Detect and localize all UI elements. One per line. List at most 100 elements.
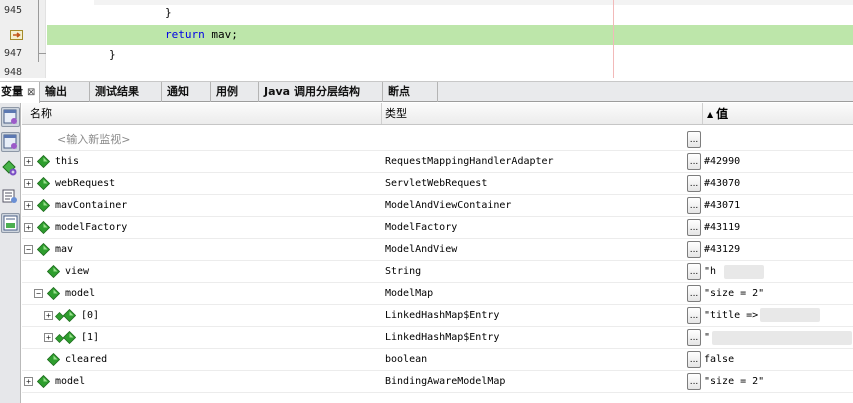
variable-name: view — [65, 266, 90, 277]
tab-breakpoints[interactable]: 断点 — [383, 82, 438, 102]
variable-value[interactable]: #43129 — [704, 239, 853, 260]
toggle-view-button[interactable] — [1, 107, 20, 127]
column-header-type[interactable]: 类型 — [382, 103, 703, 124]
edit-value-button[interactable]: ... — [687, 153, 701, 170]
expand-icon[interactable]: + — [24, 223, 33, 232]
variable-row[interactable]: + [0] LinkedHashMap$Entry... "title => — [22, 305, 853, 327]
toggle-static-button[interactable] — [1, 132, 20, 152]
expand-icon[interactable]: + — [24, 179, 33, 188]
window-icon — [3, 109, 17, 124]
new-watch-placeholder[interactable]: <输入新监视> — [57, 129, 130, 150]
variable-row[interactable]: + webRequest ServletWebRequest... #43070 — [22, 173, 853, 195]
variable-type: ModelMap — [385, 288, 434, 299]
variable-type: ServletWebRequest — [385, 178, 488, 189]
variable-row[interactable]: + modelFactory ModelFactory... #43119 — [22, 217, 853, 239]
variable-name: webRequest — [55, 178, 116, 189]
tab-java-call-hierarchy[interactable]: Java 调用分层结构 — [259, 82, 383, 102]
variable-row[interactable]: + model BindingAwareModelMap... "size = 2" — [22, 371, 853, 393]
tab-use-cases[interactable]: 用例 — [211, 82, 259, 102]
variable-row[interactable]: cleared boolean... false — [22, 349, 853, 371]
settings-button[interactable] — [1, 187, 20, 207]
expand-icon[interactable]: + — [24, 201, 33, 210]
edit-value-button[interactable]: ... — [687, 351, 701, 368]
collapse-icon[interactable]: − — [24, 245, 33, 254]
line-number: 948 — [3, 67, 22, 78]
edit-value-button[interactable]: ... — [687, 263, 701, 280]
right-margin-line — [613, 0, 614, 78]
variable-name: cleared — [65, 354, 108, 365]
tab-variables[interactable]: 变量 ⊠ — [0, 82, 40, 103]
edit-value-button[interactable]: ... — [687, 175, 701, 192]
field-icon — [37, 243, 50, 256]
new-watch-button[interactable] — [1, 159, 20, 179]
expand-icon[interactable]: + — [44, 311, 53, 320]
fold-guide-end — [38, 53, 46, 54]
field-icon — [47, 287, 60, 300]
variable-type: String — [385, 266, 422, 277]
window-icon — [3, 134, 17, 149]
field-icon — [37, 199, 50, 212]
redacted-value — [712, 331, 852, 345]
column-header-value[interactable]: ▲ 值 — [703, 103, 853, 124]
properties-icon — [2, 189, 17, 203]
new-watch-row[interactable]: <输入新监视> ... — [22, 129, 853, 151]
variable-row[interactable]: − mav ModelAndView... #43129 — [22, 239, 853, 261]
variable-value[interactable]: "size = 2" — [704, 283, 853, 304]
variables-table[interactable]: 名称 类型 ▲ 值 <输入新监视> ... + this RequestMapping… — [22, 103, 853, 403]
field-icon — [55, 309, 76, 322]
edit-value-button[interactable]: ... — [687, 329, 701, 346]
code-area[interactable]: } return mav; } — [47, 0, 853, 78]
variable-type: LinkedHashMap$Entry — [385, 310, 500, 321]
variable-row[interactable]: + this RequestMappingHandlerAdapter... #429… — [22, 151, 853, 173]
column-header-name[interactable]: 名称 — [22, 103, 382, 124]
variable-type: ModelFactory — [385, 222, 458, 233]
variable-name: this — [55, 156, 80, 167]
code-editor[interactable]: 945 947 948 } return mav; } — [0, 0, 853, 78]
table-view-icon — [3, 215, 18, 231]
edit-value-button[interactable]: ... — [687, 241, 701, 258]
variable-name: mavContainer — [55, 200, 128, 211]
field-icon — [37, 155, 50, 168]
tab-notifications[interactable]: 通知 — [162, 82, 211, 102]
tab-output[interactable]: 输出 — [40, 82, 90, 102]
edit-value-button[interactable]: ... — [687, 307, 701, 324]
variables-side-toolbar — [0, 103, 21, 403]
close-tab-icon[interactable]: ⊠ — [27, 87, 35, 98]
variable-name: model — [55, 376, 86, 387]
expand-icon[interactable]: + — [24, 377, 33, 386]
line-number: 947 — [3, 48, 22, 59]
variable-value[interactable]: #43070 — [704, 173, 853, 194]
edit-value-button[interactable]: ... — [687, 197, 701, 214]
expand-icon[interactable]: + — [44, 333, 53, 342]
current-line-arrow-icon — [10, 30, 23, 40]
variable-row[interactable]: − model ModelMap... "size = 2" — [22, 283, 853, 305]
field-icon — [37, 221, 50, 234]
variable-value[interactable]: false — [704, 349, 853, 370]
redacted-value — [724, 265, 764, 279]
variable-type: boolean — [385, 354, 428, 365]
edit-value-button[interactable]: ... — [687, 219, 701, 236]
redacted-value — [760, 308, 820, 322]
edit-value-button[interactable]: ... — [687, 373, 701, 390]
variable-value[interactable]: #43119 — [704, 217, 853, 238]
tree-view-button[interactable] — [1, 213, 20, 233]
field-icon — [55, 331, 76, 344]
expand-icon[interactable]: + — [24, 157, 33, 166]
code-line[interactable]: } — [47, 3, 853, 23]
tab-test-results[interactable]: 测试结果 — [90, 82, 162, 102]
edit-value-button[interactable]: ... — [687, 285, 701, 302]
variable-name: [0] — [81, 310, 100, 321]
line-number: 945 — [3, 5, 22, 16]
variable-row[interactable]: + mavContainer ModelAndViewContainer... #43… — [22, 195, 853, 217]
table-header: 名称 类型 ▲ 值 — [22, 103, 853, 125]
code-line-current[interactable]: return mav; — [47, 25, 853, 45]
collapse-icon[interactable]: − — [34, 289, 43, 298]
variable-value[interactable]: #43071 — [704, 195, 853, 216]
edit-value-button[interactable]: ... — [687, 131, 701, 148]
code-line[interactable]: } — [47, 45, 853, 65]
add-watch-icon — [2, 160, 17, 176]
variable-value[interactable]: #42990 — [704, 151, 853, 172]
variable-value[interactable]: "size = 2" — [704, 371, 853, 392]
sort-ascending-icon: ▲ — [707, 110, 714, 119]
field-icon — [37, 375, 50, 388]
